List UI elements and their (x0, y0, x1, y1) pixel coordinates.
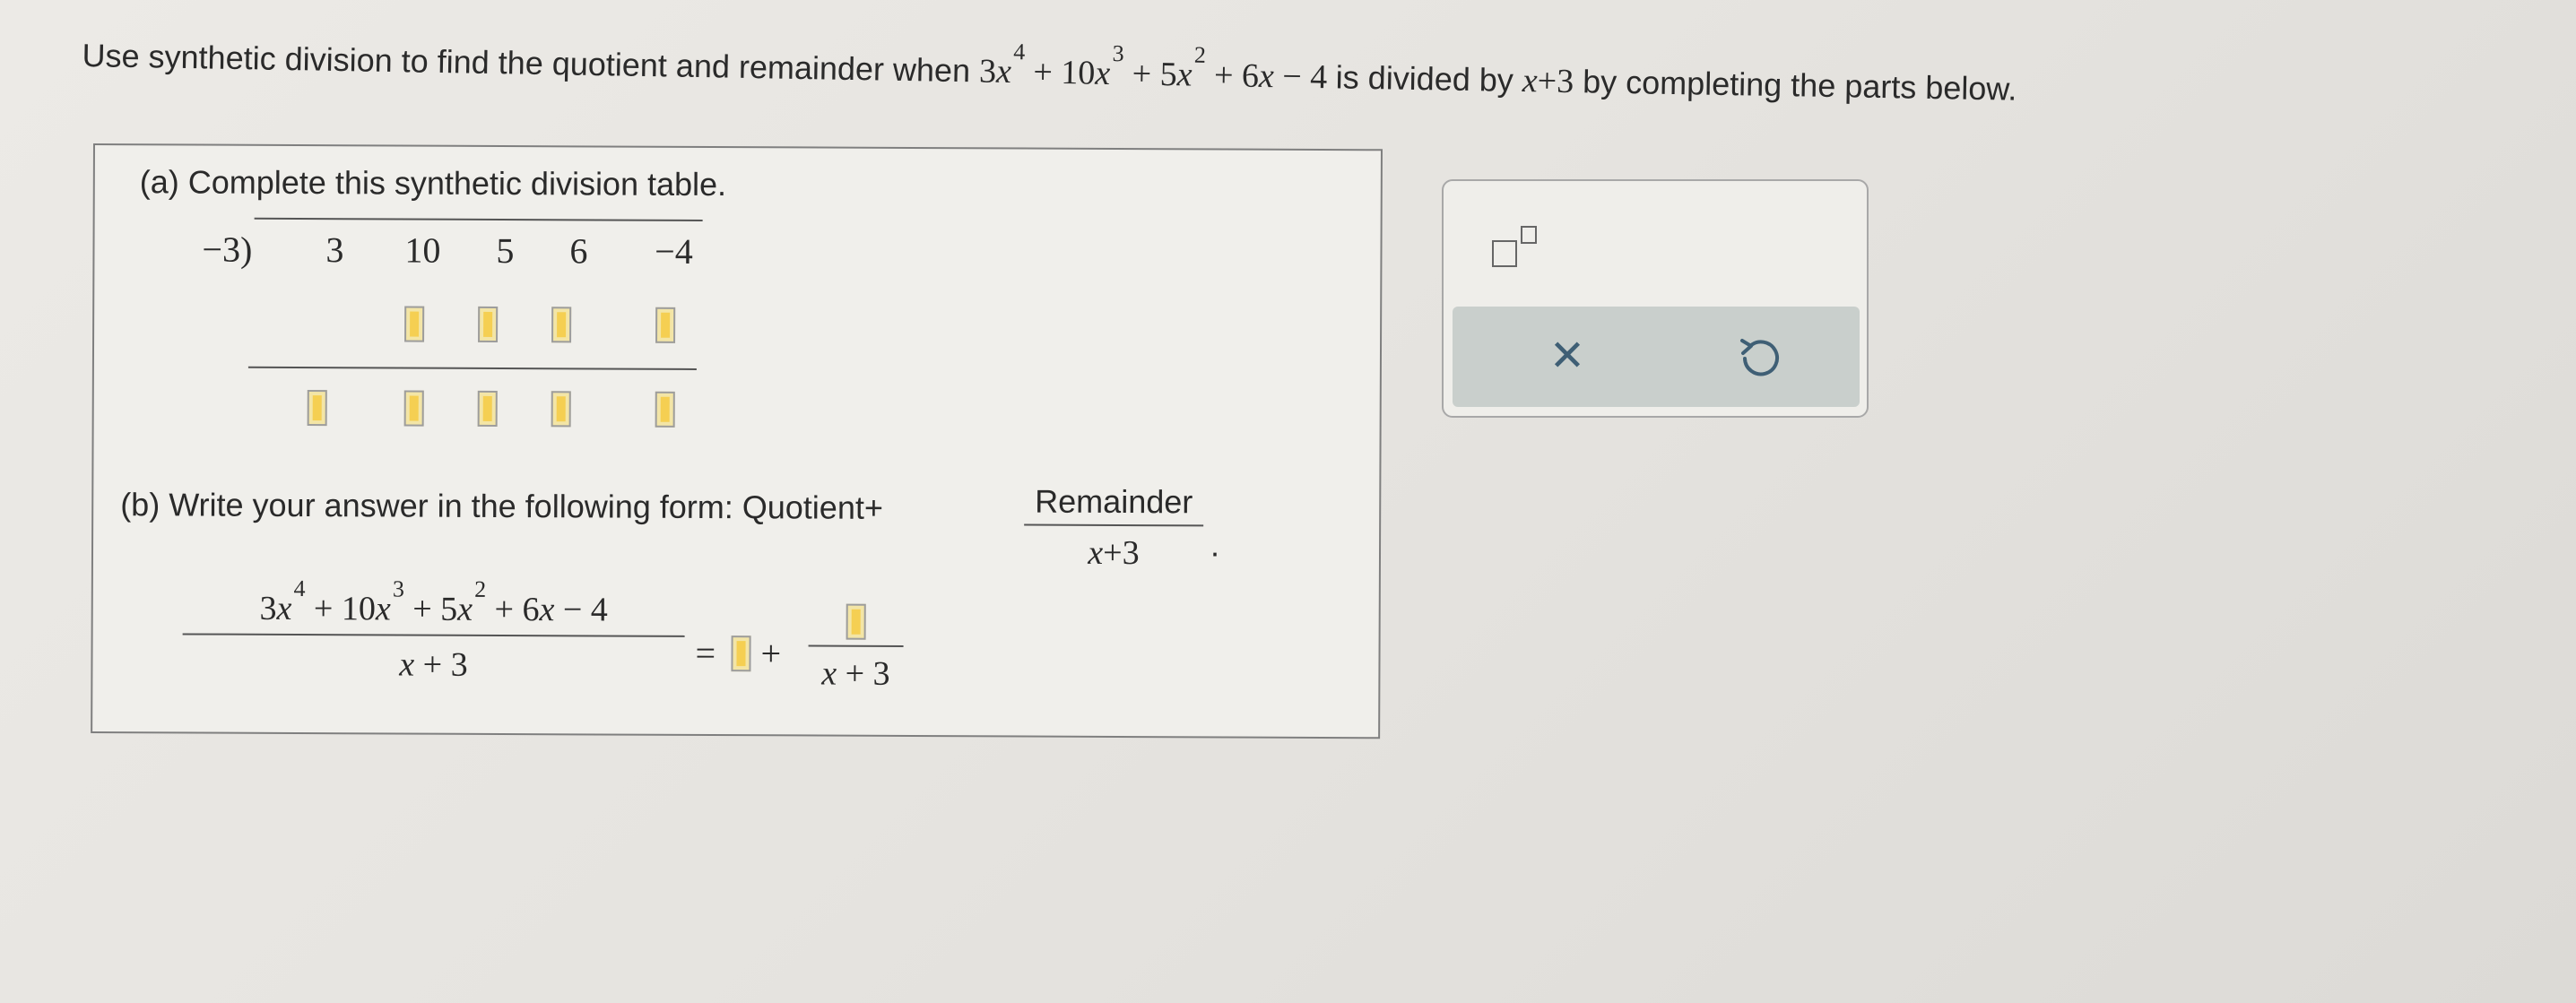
undo-icon[interactable] (1730, 328, 1788, 385)
part-b-instruction: (b) Write your answer in the following f… (120, 486, 884, 526)
product-input-3[interactable] (551, 307, 572, 343)
lhs-numerator: 3x4 + 10x3 + 5x2 + 6x − 4 (259, 575, 608, 629)
coefficient-3: 5 (496, 229, 515, 272)
sum-input-4[interactable] (551, 391, 571, 428)
coefficient-1: 3 (325, 229, 344, 271)
problem-middle: is divided by (1335, 58, 1514, 99)
sum-input-3[interactable] (477, 390, 498, 427)
division-bottom-rule (247, 366, 697, 370)
problem-suffix: by completing the parts below. (1582, 63, 2017, 108)
part-a-title: (a) Complete this synthetic division tab… (139, 163, 727, 203)
division-divisor: −3) (202, 229, 253, 270)
problem-divisor: x+3 (1522, 62, 1574, 101)
quotient-input[interactable] (731, 636, 751, 672)
product-input-2[interactable] (478, 306, 499, 342)
remainder-input[interactable] (655, 391, 675, 428)
form-period: . (1210, 526, 1220, 564)
product-input-1[interactable] (404, 306, 425, 342)
plus-sign: + (760, 633, 782, 674)
sum-input-1[interactable] (307, 390, 327, 427)
problem-prefix: Use synthetic division to find the quoti… (82, 36, 971, 90)
lhs-denominator: x + 3 (399, 645, 468, 684)
coefficient-2: 10 (404, 229, 441, 271)
form-numerator: Remainder (1035, 482, 1193, 521)
division-top-rule (254, 217, 703, 221)
coefficient-4: 6 (569, 230, 588, 272)
rhs-denominator: x + 3 (821, 654, 890, 693)
product-input-4[interactable] (655, 307, 676, 343)
lhs-fraction: 3x4 + 10x3 + 5x2 + 6x − 4 x + 3 (182, 566, 685, 685)
math-tool-panel: ✕ (1442, 179, 1869, 418)
problem-polynomial: 3x4 + 10x3 + 5x2 + 6x − 4 (978, 39, 1328, 97)
sum-input-2[interactable] (403, 390, 424, 427)
coefficient-5: −4 (655, 230, 693, 272)
remainder-numerator-input[interactable] (846, 603, 866, 640)
form-fraction: Remainder x+3 (1024, 482, 1204, 574)
tool-action-bar: ✕ (1453, 307, 1860, 407)
form-denominator: x+3 (1088, 533, 1140, 573)
answer-panel: (a) Complete this synthetic division tab… (91, 143, 1383, 739)
equals-sign: = (695, 632, 716, 674)
exponent-template-icon[interactable] (1492, 226, 1551, 267)
clear-button[interactable]: ✕ (1539, 328, 1596, 385)
